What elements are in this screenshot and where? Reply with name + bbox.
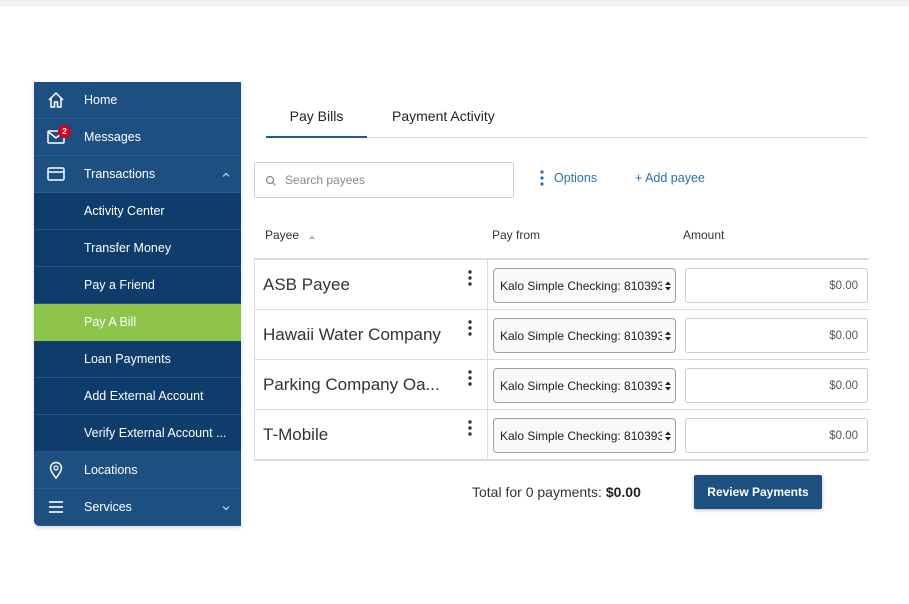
sidebar-item-messages[interactable]: 2 Messages [34,119,241,156]
amount-input[interactable]: $0.00 [685,268,868,303]
tab-bar: Pay Bills Payment Activity [266,98,868,138]
location-pin-icon [46,460,66,480]
top-strip [0,0,909,6]
table-row: Parking Company Oa... Kalo Simple Checki… [255,360,870,410]
sidebar-item-add-external-account[interactable]: Add External Account [34,378,241,415]
sidebar-item-label: Pay A Bill [84,315,137,329]
amount-input[interactable]: $0.00 [685,368,868,403]
payee-name[interactable]: Parking Company Oa... [263,375,440,395]
sidebar-nav: Home 2 Messages Transactions Activity Ce… [34,82,241,526]
pay-from-select[interactable]: Kalo Simple Checking: 8103936 [493,368,676,403]
pay-from-value: Kalo Simple Checking: 8103936 [500,278,662,293]
payee-cell: T-Mobile [255,410,488,460]
table-row: ASB Payee Kalo Simple Checking: 8103936 … [255,260,870,310]
search-payees-input[interactable] [285,173,505,187]
select-arrows-icon [664,380,672,392]
review-payments-button[interactable]: Review Payments [694,475,822,509]
total-label: Total for 0 payments: [472,484,602,500]
sidebar-item-label: Messages [84,130,141,144]
payee-cell: Hawaii Water Company [255,310,488,359]
sidebar-item-pay-a-bill[interactable]: Pay A Bill [34,304,241,341]
tab-payment-activity[interactable]: Payment Activity [392,108,495,138]
more-vertical-icon[interactable] [467,319,473,337]
payee-header-label: Payee [265,228,300,242]
sidebar-item-verify-external-account[interactable]: Verify External Account ... [34,415,241,452]
chevron-down-icon [221,502,231,512]
payees-table: ASB Payee Kalo Simple Checking: 8103936 … [254,258,870,461]
pay-from-select[interactable]: Kalo Simple Checking: 8103936 [493,418,676,453]
search-box [254,162,514,198]
payee-name[interactable]: Hawaii Water Company [263,325,441,345]
pay-from-value: Kalo Simple Checking: 8103936 [500,378,662,393]
payee-cell: ASB Payee [255,260,488,309]
amount-column-header: Amount [683,228,725,242]
sidebar-item-label: Add External Account [84,389,204,403]
sidebar-item-services[interactable]: Services [34,489,241,526]
sidebar-item-transactions[interactable]: Transactions [34,156,241,193]
pay-from-value: Kalo Simple Checking: 8103936 [500,428,662,443]
more-vertical-icon[interactable] [467,419,473,437]
pay-from-select[interactable]: Kalo Simple Checking: 8103936 [493,318,676,353]
select-arrows-icon [664,330,672,342]
sidebar-item-activity-center[interactable]: Activity Center [34,193,241,230]
sidebar-item-pay-a-friend[interactable]: Pay a Friend [34,267,241,304]
table-row: Hawaii Water Company Kalo Simple Checkin… [255,310,870,360]
add-payee-link[interactable]: + Add payee [635,171,705,185]
sidebar-item-label: Verify External Account ... [84,426,227,440]
sidebar-item-label: Transfer Money [84,241,172,255]
home-icon [46,90,66,110]
payment-total: Total for 0 payments: $0.00 [472,484,641,500]
table-row: T-Mobile Kalo Simple Checking: 8103936 $… [255,410,870,460]
amount-input[interactable]: $0.00 [685,318,868,353]
sidebar-item-loan-payments[interactable]: Loan Payments [34,341,241,378]
payee-name[interactable]: ASB Payee [263,275,350,295]
amount-input[interactable]: $0.00 [685,418,868,453]
options-button[interactable]: Options [540,170,597,186]
sidebar-item-label: Loan Payments [84,352,171,366]
payee-cell: Parking Company Oa... [255,360,488,409]
sidebar-item-label: Services [84,500,132,514]
tab-pay-bills[interactable]: Pay Bills [266,108,367,138]
payee-name[interactable]: T-Mobile [263,425,328,445]
options-label: Options [554,171,598,185]
sidebar-item-label: Home [84,93,118,107]
pay-from-column-header: Pay from [492,228,541,242]
select-arrows-icon [664,430,672,442]
chevron-up-icon [221,169,231,179]
sidebar-item-label: Transactions [84,167,156,181]
unread-count-badge: 2 [58,125,71,138]
sidebar-item-locations[interactable]: Locations [34,452,241,489]
pay-from-select[interactable]: Kalo Simple Checking: 8103936 [493,268,676,303]
more-vertical-icon[interactable] [467,369,473,387]
pay-from-value: Kalo Simple Checking: 8103936 [500,328,662,343]
more-vertical-icon[interactable] [467,269,473,287]
menu-icon [46,497,66,517]
more-vertical-icon [540,170,544,186]
search-icon [265,174,277,186]
sidebar-item-label: Locations [84,463,138,477]
sidebar-item-home[interactable]: Home [34,82,241,119]
sidebar-item-label: Activity Center [84,204,165,218]
select-arrows-icon [664,280,672,292]
sidebar-item-label: Pay a Friend [84,278,155,292]
payee-column-header[interactable]: Payee [265,228,316,243]
card-icon [46,164,66,184]
total-value: $0.00 [605,484,641,500]
sidebar-item-transfer-money[interactable]: Transfer Money [34,230,241,267]
sort-ascending-icon [308,229,316,243]
